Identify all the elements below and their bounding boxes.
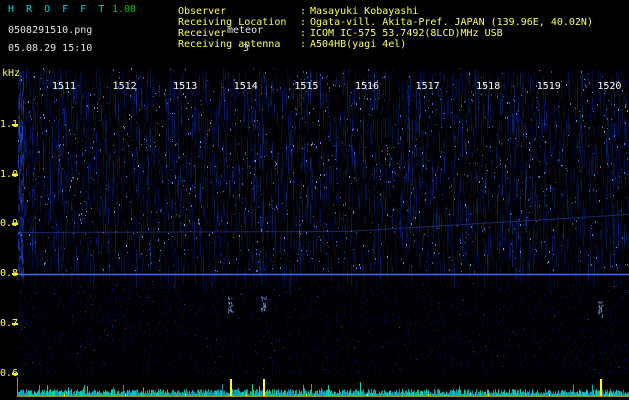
- freq-axis-unit-label: kHz: [2, 68, 21, 79]
- info-value: Masayuki Kobayashi: [310, 6, 419, 17]
- info-row-receiver: Receiver: ICOM IC-575 53.7492(8LCD)MHz US…: [178, 29, 503, 39]
- info-colon: :: [300, 17, 307, 28]
- info-value: A504HB(yagi 4el): [310, 39, 407, 50]
- freq-tick-label: 0.8: [0, 268, 19, 280]
- observation-datetime: 05.08.29 15:10: [8, 43, 93, 54]
- freq-tick-label: 0.6: [0, 367, 19, 379]
- info-value: ICOM IC-575 53.7492(8LCD)MHz USB: [310, 28, 503, 39]
- info-label: Observer: [178, 6, 227, 17]
- spectrogram-canvas: [18, 68, 629, 376]
- info-row-antenna: Receiving antenna: A504HB(yagi 4el): [178, 40, 406, 50]
- info-colon: :: [300, 39, 307, 50]
- level-strip-canvas: [18, 377, 629, 396]
- level-strip-left-axis: [17, 377, 18, 397]
- info-colon: :: [300, 6, 307, 17]
- info-label: Receiver: [178, 28, 227, 39]
- info-row-observer: Observer: Masayuki Kobayashi: [178, 7, 418, 17]
- freq-tick-label: 1.1: [0, 119, 19, 131]
- info-value: Ogata-vill. Akita-Pref. JAPAN (139.96E, …: [310, 17, 593, 28]
- freq-tick-label: 0.9: [0, 218, 19, 230]
- freq-tick-label: 1.0: [0, 168, 19, 180]
- output-filename: 0508291510.png: [8, 25, 93, 36]
- info-row-location: Receiving Location: Ogata-vill. Akita-Pre…: [178, 18, 593, 28]
- info-label: Receiving Location: [178, 17, 287, 28]
- time-axis-line: [17, 396, 629, 397]
- app-title: H R O F F T: [8, 4, 108, 15]
- info-label: Receiving antenna: [178, 39, 281, 50]
- info-colon: :: [300, 28, 307, 39]
- hrofft-screen: H R O F F T 1.00 0508291510.png meteor 0…: [0, 0, 629, 400]
- app-version: 1.00: [112, 4, 137, 15]
- freq-tick-label: 0.7: [0, 317, 19, 329]
